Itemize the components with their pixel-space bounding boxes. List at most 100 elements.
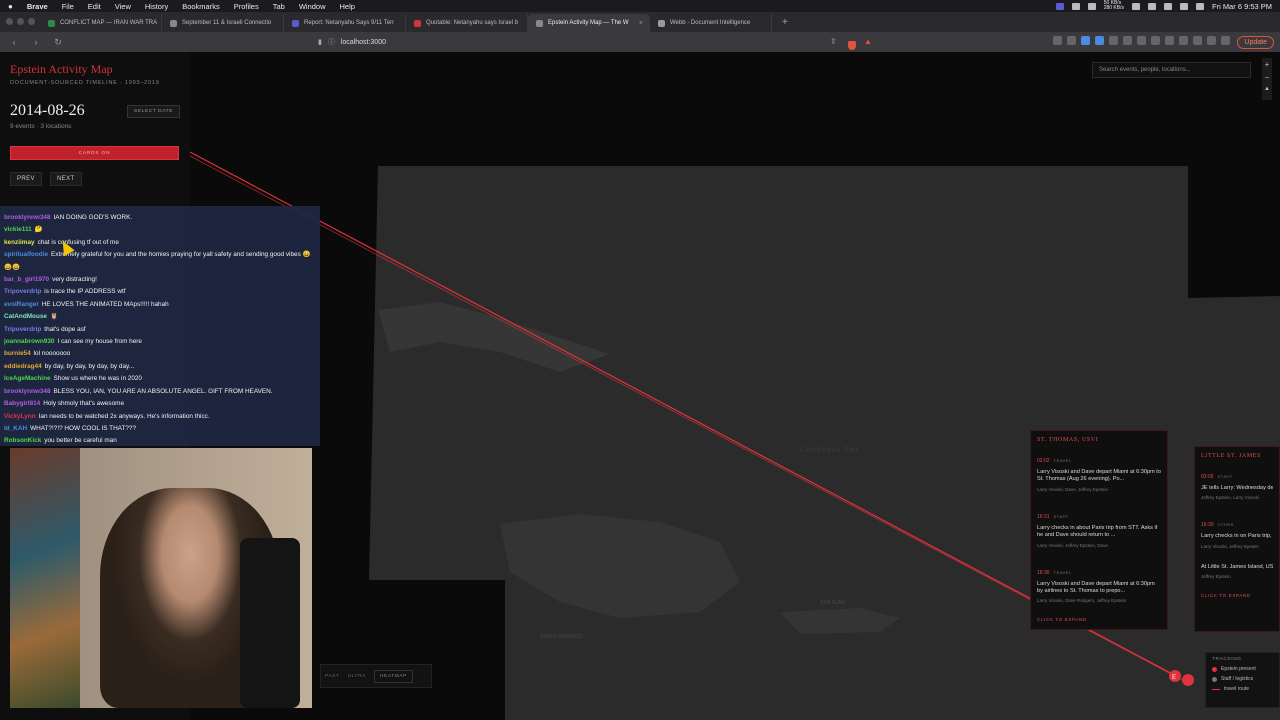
- app-title: Epstein Activity Map: [10, 62, 113, 76]
- menu-view[interactable]: View: [115, 2, 131, 11]
- app-subtitle: DOCUMENT-SOURCED TIMELINE · 1993–2019: [10, 80, 160, 86]
- tab-conflict-map[interactable]: CONFLICT MAP — IRAN WAR TRA: [40, 14, 162, 32]
- legend-item: travel route: [1212, 686, 1273, 692]
- card-event[interactable]: 16:31 STAFF Larry checks in about Paris t…: [1031, 502, 1167, 558]
- menu-history[interactable]: History: [145, 2, 168, 11]
- chat-username: CatAndMouse: [4, 313, 47, 321]
- event-text: Larry checks in on Paris trip, asks if D…: [1201, 533, 1273, 540]
- mode-ultra-button[interactable]: ULTRA: [348, 674, 366, 679]
- apple-icon[interactable]: ●: [8, 2, 13, 11]
- card-expand-link[interactable]: CLICK TO EXPAND: [1195, 589, 1279, 604]
- site-info-icon[interactable]: ⓘ: [328, 37, 335, 47]
- cards-toggle-button[interactable]: CARDS ON: [10, 146, 179, 160]
- back-icon[interactable]: ‹: [8, 37, 20, 47]
- chat-username: vickie111: [4, 226, 32, 234]
- card-event[interactable]: 18:30 TRAVEL Larry Visoski and Dave depar…: [1031, 558, 1167, 614]
- location-card-little-st-james[interactable]: LITTLE ST. JAMES 03:05 STAFF JE tells Lar…: [1194, 446, 1280, 632]
- extension-icon[interactable]: [1193, 36, 1202, 45]
- zoom-in-button[interactable]: +: [1265, 60, 1270, 69]
- chat-username: Id_KAH: [4, 424, 28, 432]
- menu-app-name[interactable]: Brave: [27, 2, 48, 11]
- select-date-button[interactable]: SELECT DATE: [127, 104, 180, 118]
- compass-icon[interactable]: ▲: [1264, 86, 1270, 92]
- bookmark-icon[interactable]: ▮: [318, 38, 322, 46]
- brave-rewards-icon[interactable]: ▲: [864, 37, 872, 46]
- event-tag: TRAVEL: [1053, 569, 1072, 575]
- menu-profiles[interactable]: Profiles: [234, 2, 259, 11]
- current-date: 2014-08-26: [10, 102, 85, 119]
- extension-icon[interactable]: [1109, 36, 1118, 45]
- share-icon[interactable]: ⇪: [830, 37, 837, 46]
- control-center-icon[interactable]: [1195, 2, 1204, 10]
- extension-icon[interactable]: [1053, 36, 1062, 45]
- maximize-window-button[interactable]: [28, 18, 35, 25]
- chat-message: Id_KAH WHAT?!?!? HOW COOL IS THAT???: [4, 424, 137, 432]
- card-event[interactable]: At Little St. James Island, USVI, Cyril …: [1195, 559, 1279, 589]
- card-event[interactable]: 16:30 OTHER Larry checks in on Paris trip…: [1195, 510, 1279, 558]
- wifi-icon[interactable]: [1163, 2, 1172, 10]
- tab-report-netanyahu[interactable]: Report: Netanyahu Says 9/11 Terr: [284, 14, 406, 32]
- next-button[interactable]: NEXT: [49, 172, 82, 186]
- webcam-microphone: [240, 538, 300, 708]
- extension-icon[interactable]: [1151, 36, 1160, 45]
- extension-icon[interactable]: [1095, 36, 1104, 45]
- tab-quotable[interactable]: Quotable: Netanyahu says Israel b: [406, 14, 528, 32]
- search-input[interactable]: Search events, people, locations...: [1092, 62, 1251, 78]
- chat-username: kenziimay: [4, 238, 35, 246]
- tab-september-11[interactable]: September 11 & Israeli Connectio: [162, 14, 284, 32]
- chat-message: Tripoverdrip that's dope asf: [4, 325, 86, 333]
- menu-tab[interactable]: Tab: [273, 2, 285, 11]
- forward-icon[interactable]: ›: [30, 37, 42, 47]
- legend-swatch: [1212, 666, 1217, 672]
- extension-icon[interactable]: [1123, 36, 1132, 45]
- sun-icon[interactable]: [1071, 2, 1080, 10]
- battery-icon[interactable]: [1147, 2, 1156, 10]
- update-button[interactable]: Update: [1237, 36, 1274, 49]
- app-status-icon[interactable]: [1055, 2, 1064, 10]
- extension-icon[interactable]: [1221, 36, 1230, 45]
- menu-bookmarks[interactable]: Bookmarks: [182, 2, 220, 11]
- new-tab-button[interactable]: +: [782, 17, 788, 28]
- mode-past-button[interactable]: PAST: [325, 674, 340, 679]
- menubar-clock[interactable]: Fri Mar 6 9:53 PM: [1212, 2, 1272, 11]
- map-label-caribbean: Caribbean Sea: [800, 447, 860, 454]
- location-card-st-thomas[interactable]: ST. THOMAS, USVI 02:02 TRAVEL Larry Visos…: [1030, 430, 1168, 630]
- card-expand-link[interactable]: CLICK TO EXPAND: [1031, 613, 1167, 628]
- close-window-button[interactable]: [6, 18, 13, 25]
- tab-webb[interactable]: Webb - Document Intelligence: [650, 14, 772, 32]
- dropbox-icon[interactable]: [1131, 2, 1140, 10]
- extension-icon[interactable]: [1137, 36, 1146, 45]
- zoom-out-button[interactable]: −: [1265, 73, 1270, 82]
- broom-icon[interactable]: [1087, 2, 1096, 10]
- menu-file[interactable]: File: [62, 2, 74, 11]
- menu-edit[interactable]: Edit: [88, 2, 101, 11]
- reload-icon[interactable]: ↻: [52, 37, 64, 48]
- menu-window[interactable]: Window: [299, 2, 326, 11]
- card-event[interactable]: 03:05STAFF JE tells Larry: Wednesday dep…: [1195, 462, 1279, 510]
- close-tab-icon[interactable]: ×: [639, 20, 643, 27]
- extension-icon[interactable]: [1207, 36, 1216, 45]
- card-event[interactable]: 02:02 TRAVEL Larry Visoski and Dave depar…: [1031, 446, 1167, 502]
- address-bar[interactable]: ▮ ⓘ localhost:3000: [318, 35, 878, 49]
- url-text[interactable]: localhost:3000: [341, 39, 386, 46]
- tab-favicon: [536, 19, 543, 27]
- menu-help[interactable]: Help: [340, 2, 355, 11]
- event-text: JE tells Larry: Wednesday departure like…: [1201, 485, 1273, 491]
- tab-epstein-map[interactable]: Epstein Activity Map — The W ×: [528, 14, 650, 32]
- prev-button[interactable]: PREV: [10, 172, 42, 186]
- date-stats: 9 events · 3 locations: [10, 123, 72, 130]
- legend-item: Epstein present: [1212, 666, 1273, 672]
- heatmap-button[interactable]: HEATMAP: [373, 669, 413, 683]
- extension-icon[interactable]: [1179, 36, 1188, 45]
- chat-message: joannabrown930 I can see my house from he…: [4, 338, 142, 346]
- extension-icon[interactable]: [1165, 36, 1174, 45]
- event-time: 16:31: [1037, 513, 1050, 520]
- extension-icon[interactable]: [1081, 36, 1090, 45]
- event-text: Larry Visoski and Dave depart Miami at 6…: [1037, 580, 1155, 595]
- menubar-status: 50 KB/s 280 KB/s Fri Mar 6 9:53 PM: [1055, 1, 1272, 11]
- event-time: 03:05: [1201, 474, 1214, 480]
- stream-chat-overlay: brooklynnw348 IAN DOING GOD'S WORK. vicki…: [0, 206, 320, 446]
- minimize-window-button[interactable]: [17, 18, 24, 25]
- search-icon[interactable]: [1179, 2, 1188, 10]
- extension-icon[interactable]: [1067, 36, 1076, 45]
